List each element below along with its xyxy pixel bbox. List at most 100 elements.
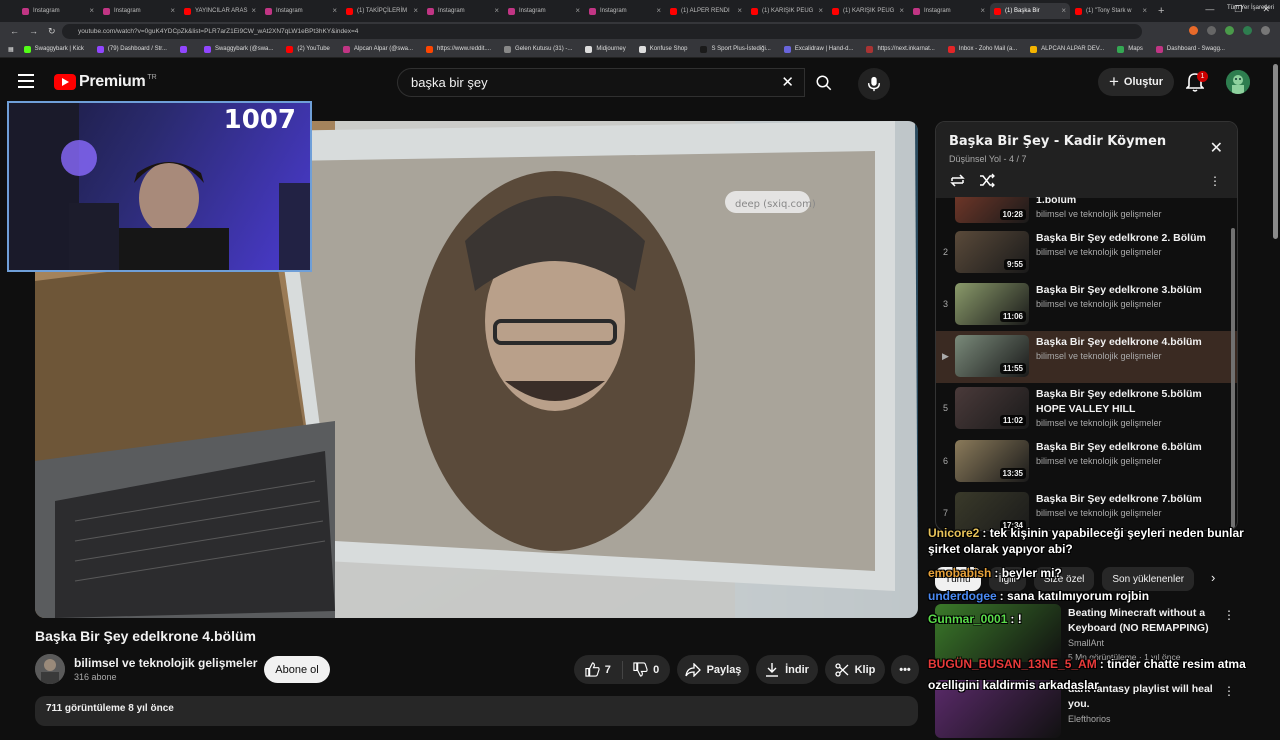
- recommended-video[interactable]: dark fantasy playlist will heal you. Elef…: [935, 680, 1245, 740]
- playlist-panel: Başka Bir Şey - Kadir Köymen Düşünsel Yo…: [935, 121, 1238, 531]
- playlist-title[interactable]: Başka Bir Şey - Kadir Köymen: [949, 134, 1224, 149]
- browser-tab[interactable]: Instagram ×: [99, 3, 179, 19]
- reload-icon[interactable]: ↻: [48, 26, 56, 37]
- close-tab-icon[interactable]: ×: [656, 6, 661, 15]
- filter-chip[interactable]: İlgili: [988, 567, 1026, 591]
- bookmark-item[interactable]: Alpcan Alpar (@swa...: [342, 45, 413, 53]
- bookmark-item[interactable]: Maps: [1117, 45, 1143, 53]
- browser-tab[interactable]: (1) ALPER RENDI ×: [666, 3, 746, 19]
- like-button[interactable]: 7: [574, 655, 622, 684]
- bookmark-item[interactable]: (79) Dashboard / Str...: [96, 45, 167, 53]
- back-icon[interactable]: ←: [10, 26, 19, 37]
- bookmark-item[interactable]: [179, 45, 191, 53]
- extension-icon[interactable]: [1207, 26, 1216, 35]
- channel-name[interactable]: bilimsel ve teknolojik gelişmeler: [74, 656, 257, 670]
- more-vertical-icon[interactable]: ⋮: [1209, 174, 1221, 188]
- playlist-scrollbar[interactable]: [1231, 228, 1235, 528]
- browser-tab[interactable]: Instagram ×: [18, 3, 98, 19]
- clip-button[interactable]: Klip: [825, 655, 885, 684]
- dislike-button[interactable]: 0: [622, 655, 670, 684]
- browser-tab[interactable]: (1) TAKİPÇİLERİM ×: [342, 3, 422, 19]
- browser-tab[interactable]: Instagram ×: [504, 3, 584, 19]
- filter-chip[interactable]: Size özel: [1033, 567, 1095, 591]
- recommended-video[interactable]: Beating Minecraft without a Keyboard (NO…: [935, 604, 1245, 664]
- bookmark-item[interactable]: Excalidraw | Hand-d...: [783, 45, 853, 53]
- extension-icon[interactable]: [1225, 26, 1234, 35]
- forward-icon[interactable]: →: [29, 26, 38, 37]
- browser-tab[interactable]: YAYINCILAR ARAS ×: [180, 3, 260, 19]
- browser-tab[interactable]: Instagram ×: [585, 3, 665, 19]
- page-scrollbar[interactable]: [1273, 64, 1278, 239]
- chevron-right-icon[interactable]: ›: [1211, 570, 1215, 585]
- playlist-item[interactable]: 2 9:55 Başka Bir Şey edelkrone 2. Bölüm bil…: [936, 227, 1237, 279]
- more-vertical-icon[interactable]: ⋮: [1223, 684, 1235, 698]
- bookmark-item[interactable]: Gelen Kutusu (31) -...: [504, 45, 572, 53]
- more-vertical-icon[interactable]: ⋮: [1223, 608, 1235, 622]
- filter-chip[interactable]: Son yüklenenler: [1102, 567, 1195, 591]
- browser-tab[interactable]: Instagram ×: [261, 3, 341, 19]
- bookmark-item[interactable]: Swaggybark (@swa...: [203, 45, 273, 53]
- shuffle-icon[interactable]: [979, 173, 996, 188]
- menu-dots-icon[interactable]: [1261, 26, 1270, 35]
- create-button[interactable]: + Oluştur: [1098, 68, 1174, 96]
- playlist-item[interactable]: 10:28 1.bölüm bilimsel ve teknolojik geliş…: [936, 197, 1237, 225]
- bookmark-item[interactable]: Swaggybark | Kick: [23, 45, 84, 53]
- loop-icon[interactable]: [949, 173, 966, 188]
- browser-tab[interactable]: (1) Başka Bir ×: [990, 3, 1070, 19]
- clear-search-icon[interactable]: ✕: [781, 73, 794, 91]
- close-tab-icon[interactable]: ×: [899, 6, 904, 15]
- close-tab-icon[interactable]: ×: [170, 6, 175, 15]
- bookmark-item[interactable]: Dashboard - Swagg...: [1155, 45, 1225, 53]
- more-actions-button[interactable]: •••: [891, 655, 919, 684]
- close-tab-icon[interactable]: ×: [575, 6, 580, 15]
- close-tab-icon[interactable]: ×: [737, 6, 742, 15]
- playlist-item[interactable]: 3 11:06 Başka Bir Şey edelkrone 3.bölüm bil…: [936, 279, 1237, 331]
- bookmark-item[interactable]: (2) YouTube: [286, 45, 330, 53]
- extension-icon[interactable]: [1189, 26, 1198, 35]
- playlist-item[interactable]: 5 11:02 Başka Bir Şey edelkrone 5.bölüm HO…: [936, 383, 1237, 435]
- close-tab-icon[interactable]: ×: [1142, 6, 1147, 15]
- apps-grid-icon[interactable]: ▦: [8, 46, 14, 53]
- playlist-item[interactable]: ▶ 11:55 Başka Bir Şey edelkrone 4.bölüm bil…: [936, 331, 1237, 383]
- bookmark-item[interactable]: https://www.reddit....: [426, 45, 491, 53]
- bookmark-item[interactable]: S Sport Plus-İstediği...: [700, 45, 771, 53]
- search-button[interactable]: [804, 68, 844, 97]
- share-button[interactable]: Paylaş: [677, 655, 749, 684]
- browser-tab[interactable]: (1) KARIŞIK PEUG ×: [747, 3, 827, 19]
- browser-tab[interactable]: (1) "Tony Stark w ×: [1071, 3, 1151, 19]
- close-tab-icon[interactable]: ×: [413, 6, 418, 15]
- bookmark-item[interactable]: Inbox - Zoho Mail (a...: [947, 45, 1017, 53]
- close-tab-icon[interactable]: ×: [251, 6, 256, 15]
- menu-icon[interactable]: [18, 74, 34, 88]
- bookmark-item[interactable]: https://next.inkarnat...: [866, 45, 935, 53]
- close-tab-icon[interactable]: ×: [494, 6, 499, 15]
- browser-tab[interactable]: Instagram ×: [423, 3, 503, 19]
- playlist-item[interactable]: 7 17:34 Başka Bir Şey edelkrone 7.bölüm bil…: [936, 488, 1237, 530]
- close-tab-icon[interactable]: ×: [332, 6, 337, 15]
- subscribe-button[interactable]: Abone ol: [264, 656, 330, 683]
- download-button[interactable]: İndir: [756, 655, 818, 684]
- close-tab-icon[interactable]: ×: [1061, 6, 1066, 15]
- close-tab-icon[interactable]: ×: [818, 6, 823, 15]
- close-tab-icon[interactable]: ×: [89, 6, 94, 15]
- search-input[interactable]: başka bir şey ✕: [397, 68, 805, 97]
- youtube-logo[interactable]: Premium TR: [54, 73, 157, 91]
- minimize-icon[interactable]: —: [1205, 4, 1214, 15]
- browser-tab[interactable]: (1) KARIŞIK PEUG ×: [828, 3, 908, 19]
- channel-avatar[interactable]: [35, 654, 65, 684]
- new-tab-icon[interactable]: +: [1158, 5, 1164, 17]
- close-playlist-icon[interactable]: ✕: [1210, 138, 1223, 158]
- account-avatar[interactable]: [1226, 70, 1250, 94]
- bookmark-item[interactable]: Konfuse Shop: [638, 45, 687, 53]
- all-bookmarks-link[interactable]: Tüm Yer İşaretleri: [1227, 5, 1274, 11]
- voice-search-button[interactable]: [858, 68, 890, 100]
- address-bar[interactable]: youtube.com/watch?v=0guK4YDCpZk&list=PLR…: [62, 24, 1142, 39]
- filter-chip[interactable]: Tümü: [935, 567, 981, 591]
- bookmark-item[interactable]: Midjourney: [585, 45, 626, 53]
- browser-tab[interactable]: Instagram ×: [909, 3, 989, 19]
- close-tab-icon[interactable]: ×: [980, 6, 985, 15]
- bookmark-item[interactable]: ALPCAN ALPAR DEV...: [1030, 45, 1104, 53]
- description-box[interactable]: 711 görüntüleme 8 yıl önce: [35, 696, 918, 726]
- profile-icon[interactable]: [1243, 26, 1252, 35]
- playlist-item[interactable]: 6 13:35 Başka Bir Şey edelkrone 6.bölüm bil…: [936, 436, 1237, 488]
